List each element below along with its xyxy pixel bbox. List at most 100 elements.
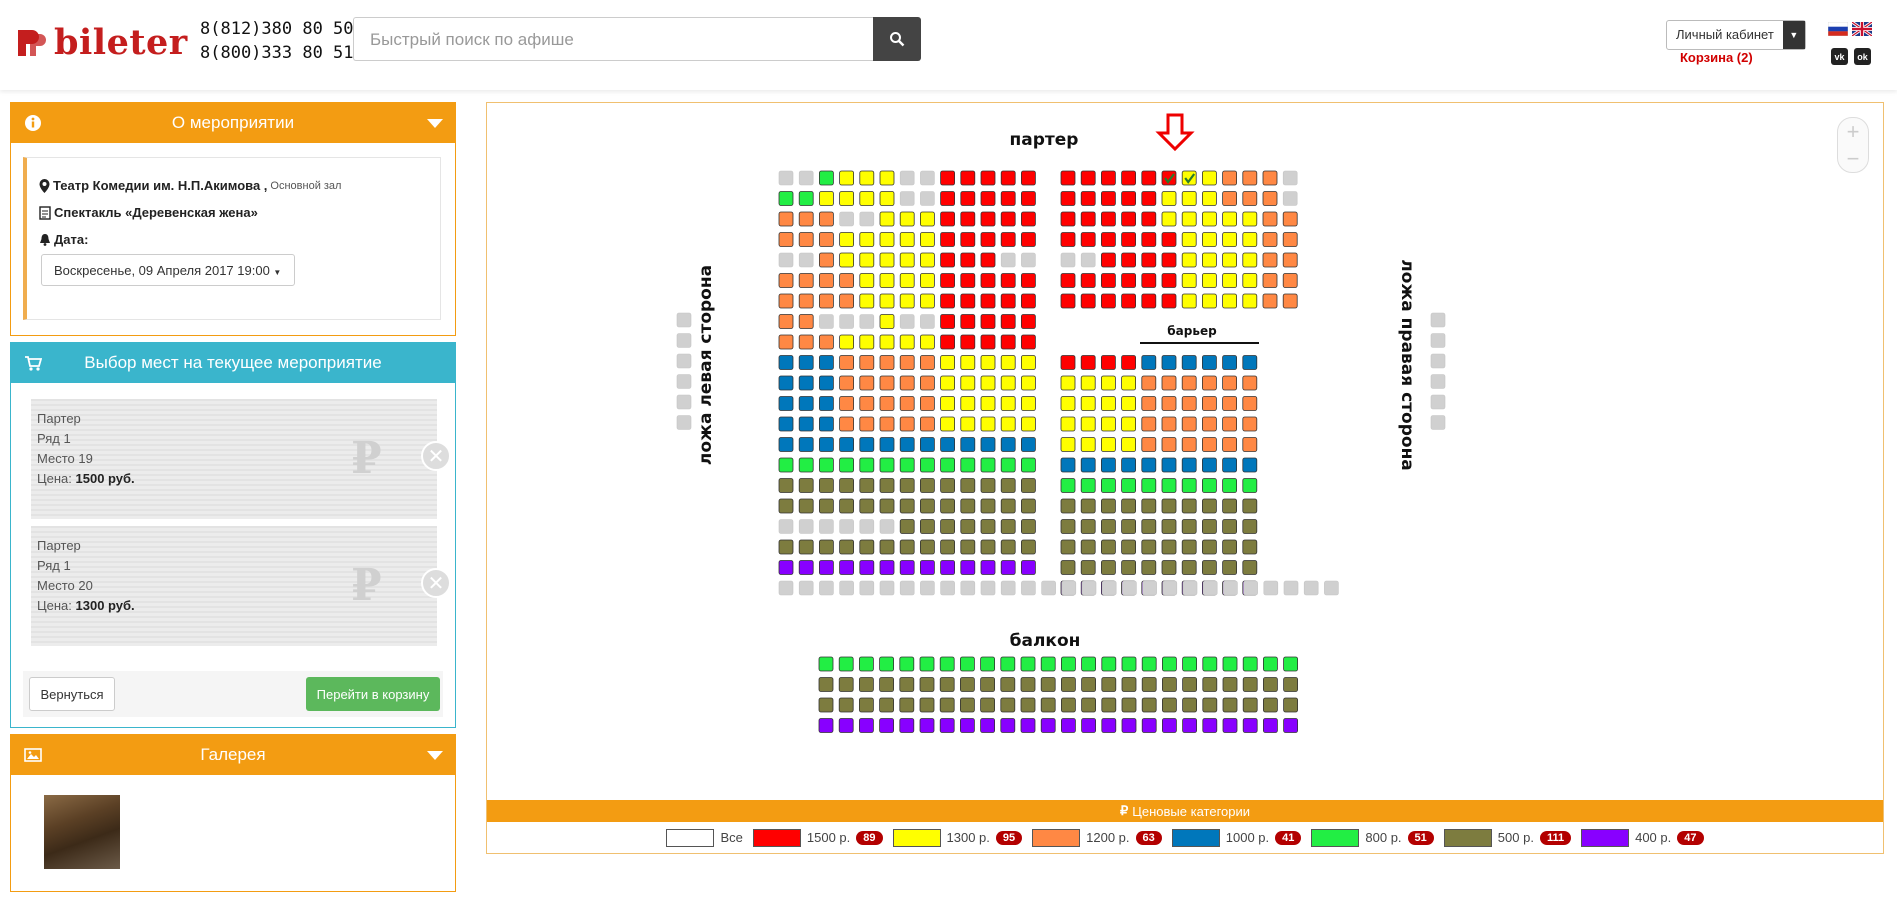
seat[interactable] (1141, 396, 1157, 411)
seat[interactable] (818, 375, 834, 391)
seat[interactable] (960, 457, 976, 473)
seat[interactable] (1060, 211, 1076, 227)
balcony-seat[interactable] (879, 718, 895, 733)
seat[interactable] (1282, 232, 1298, 247)
legend-item-1200[interactable]: 1200 р. 63 (1032, 828, 1162, 847)
legend-item-1300[interactable]: 1300 р. 95 (892, 828, 1023, 847)
seat[interactable] (1181, 273, 1197, 288)
balcony-seat[interactable] (939, 697, 955, 713)
russian-flag-icon[interactable] (1828, 22, 1848, 36)
seat[interactable] (940, 498, 956, 514)
seat[interactable] (940, 293, 956, 309)
seat[interactable] (1080, 375, 1096, 391)
seat[interactable] (1181, 211, 1197, 227)
balcony-seat[interactable] (1141, 697, 1157, 713)
seat[interactable] (1202, 355, 1217, 370)
seat[interactable] (1141, 478, 1157, 493)
seat[interactable] (919, 273, 935, 288)
balcony-seat[interactable] (939, 718, 955, 733)
balcony-seat[interactable] (1162, 718, 1177, 733)
seat[interactable] (818, 396, 834, 411)
seat[interactable] (1161, 211, 1177, 227)
seat[interactable] (940, 437, 956, 452)
seat[interactable] (1222, 457, 1237, 473)
seat[interactable] (879, 416, 895, 432)
seat[interactable] (919, 560, 935, 575)
seat[interactable] (818, 273, 834, 288)
balcony-seat[interactable] (1263, 718, 1278, 733)
seat[interactable] (798, 334, 814, 350)
seat[interactable] (1202, 191, 1217, 206)
seat[interactable] (879, 355, 895, 370)
seat[interactable] (818, 334, 834, 350)
seat[interactable] (1161, 437, 1177, 452)
balcony-seat[interactable] (818, 697, 834, 713)
balcony-seat[interactable] (980, 718, 996, 733)
seat[interactable] (980, 293, 996, 309)
seat[interactable] (839, 539, 855, 555)
seat[interactable] (778, 498, 794, 514)
seat[interactable] (818, 498, 834, 514)
seat[interactable] (839, 252, 855, 268)
seat[interactable] (919, 375, 935, 391)
seat[interactable] (1101, 293, 1116, 309)
seat[interactable] (798, 457, 814, 473)
selected-seat[interactable] (1181, 170, 1197, 186)
seat[interactable] (1181, 560, 1197, 575)
balcony-seat[interactable] (838, 656, 854, 672)
seat[interactable] (1202, 396, 1217, 411)
seat[interactable] (1222, 170, 1237, 186)
seat[interactable] (1101, 519, 1116, 534)
seat[interactable] (919, 519, 935, 534)
seat[interactable] (1000, 478, 1016, 493)
seat[interactable] (1222, 211, 1237, 227)
balcony-seat[interactable] (838, 677, 854, 692)
seat[interactable] (1121, 273, 1136, 288)
seat[interactable] (778, 478, 794, 493)
seat[interactable] (1060, 170, 1076, 186)
seat[interactable] (1021, 170, 1036, 186)
seat[interactable] (1141, 252, 1157, 268)
seat[interactable] (859, 539, 875, 555)
seat[interactable] (1021, 293, 1036, 309)
balcony-seat[interactable] (879, 656, 895, 672)
seat[interactable] (1000, 191, 1016, 206)
caret-down-icon[interactable]: ▼ (1782, 21, 1805, 49)
seat[interactable] (839, 375, 855, 391)
seat[interactable] (818, 293, 834, 309)
seat[interactable] (778, 457, 794, 473)
seat[interactable] (919, 232, 935, 247)
seat[interactable] (1161, 396, 1177, 411)
seat[interactable] (899, 498, 915, 514)
seat[interactable] (1222, 375, 1237, 391)
balcony-seat[interactable] (858, 697, 874, 713)
seat[interactable] (1080, 519, 1096, 534)
balcony-seat[interactable] (1061, 656, 1076, 672)
seat[interactable] (1000, 170, 1016, 186)
seat[interactable] (818, 437, 834, 452)
seat[interactable] (1242, 273, 1258, 288)
seat[interactable] (1161, 273, 1177, 288)
seat[interactable] (1021, 211, 1036, 227)
seat[interactable] (1121, 560, 1136, 575)
seat[interactable] (859, 478, 875, 493)
seat[interactable] (1060, 539, 1076, 555)
seat[interactable] (1181, 396, 1197, 411)
seat[interactable] (1101, 170, 1116, 186)
seat[interactable] (798, 539, 814, 555)
seat[interactable] (1121, 252, 1136, 268)
seat[interactable] (1121, 293, 1136, 309)
seat[interactable] (859, 396, 875, 411)
seat[interactable] (859, 457, 875, 473)
seat[interactable] (1202, 293, 1217, 309)
seat[interactable] (940, 334, 956, 350)
seat[interactable] (1121, 211, 1136, 227)
seat[interactable] (1000, 560, 1016, 575)
seat[interactable] (1080, 437, 1096, 452)
seat[interactable] (1121, 457, 1136, 473)
balcony-seat[interactable] (1182, 718, 1197, 733)
seat[interactable] (1000, 539, 1016, 555)
seat[interactable] (1141, 293, 1157, 309)
seat[interactable] (1080, 170, 1096, 186)
seat[interactable] (859, 375, 875, 391)
